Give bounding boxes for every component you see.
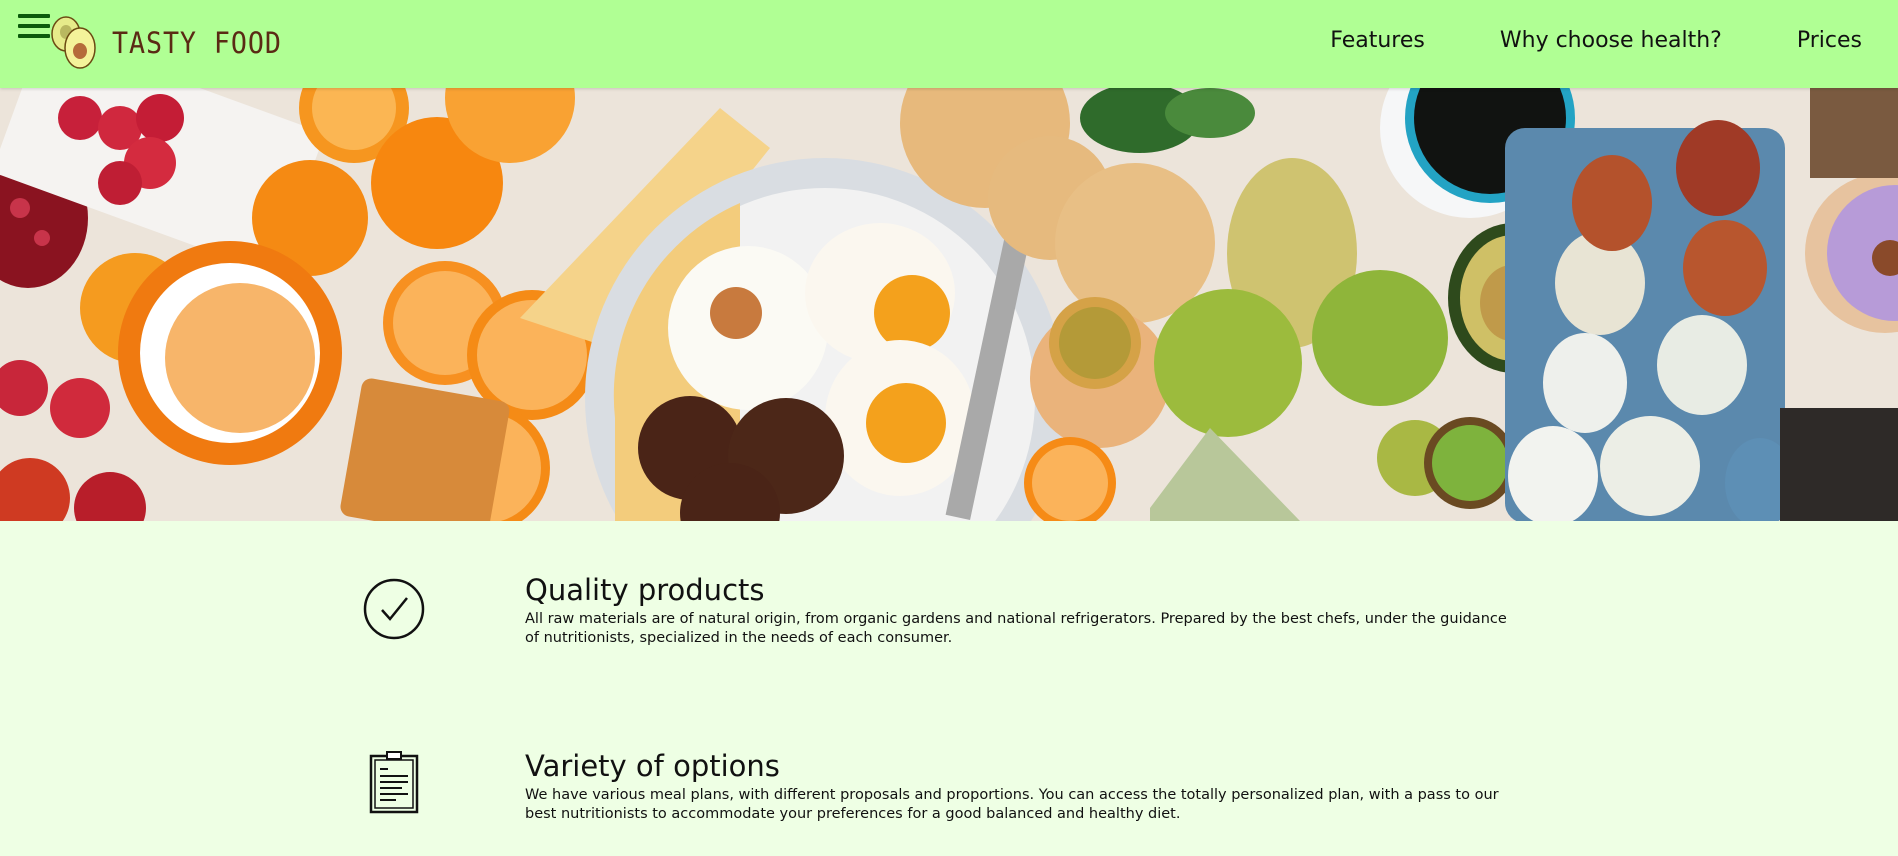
nav-link-why-choose-health[interactable]: Why choose health? — [1500, 28, 1722, 53]
feature-description: We have various meal plans, with differe… — [525, 787, 1499, 822]
checkmark-circle-icon — [363, 578, 425, 640]
feature-title: Variety of options — [525, 749, 780, 783]
avocado-logo-icon[interactable] — [46, 12, 102, 74]
nav-link-features[interactable]: Features — [1330, 28, 1425, 53]
main-nav: Features Why choose health? Prices — [1255, 28, 1862, 53]
brand-name[interactable]: TASTY FOOD — [112, 26, 282, 60]
feature-title: Quality products — [525, 573, 765, 607]
clipboard-icon — [369, 751, 419, 814]
hero-banner-image — [0, 88, 1898, 521]
breakfast-foods-illustration — [0, 88, 1898, 521]
top-navbar: TASTY FOOD Features Why choose health? P… — [0, 0, 1898, 88]
feature-description: All raw materials are of natural origin,… — [525, 611, 1507, 646]
nav-link-prices[interactable]: Prices — [1797, 28, 1862, 53]
